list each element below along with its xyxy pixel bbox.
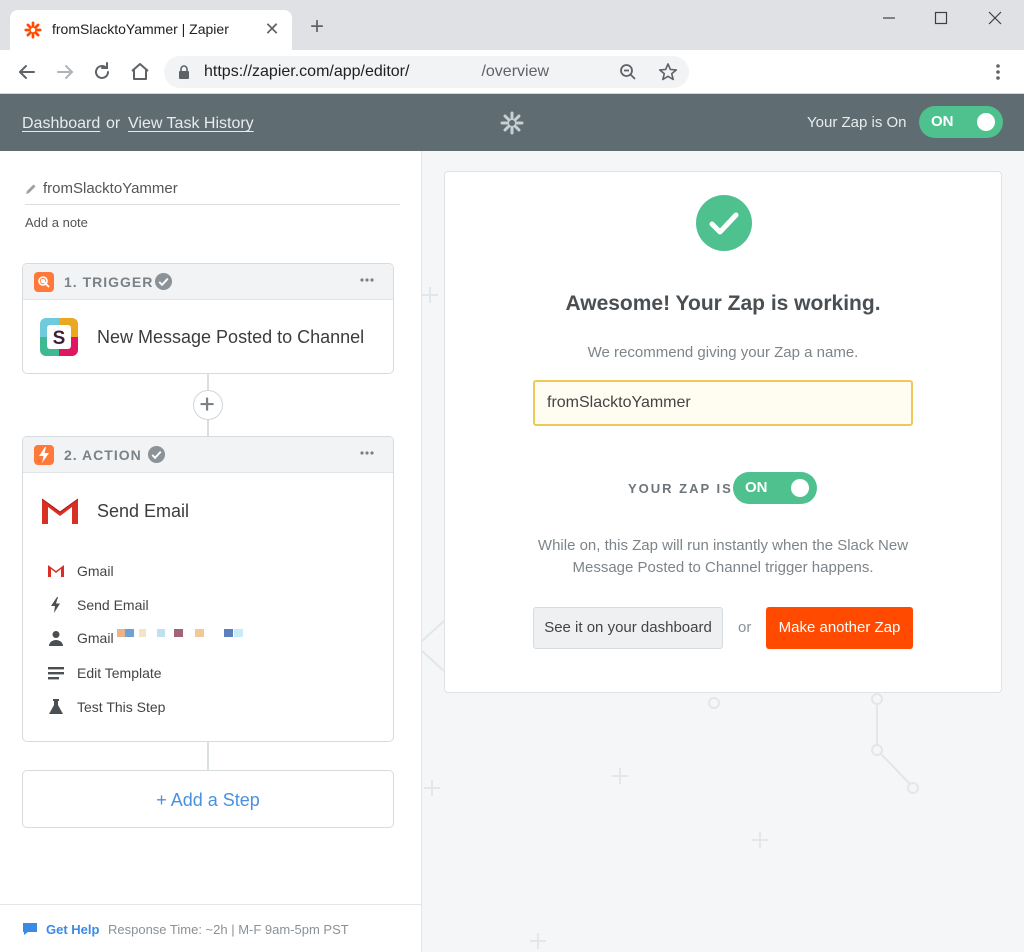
edit-template-label: Edit Template <box>77 665 162 681</box>
forward-arrow-icon[interactable] <box>53 60 77 84</box>
browser-titlebar: fromSlacktoYammer | Zapier ✕ + <box>0 0 1024 50</box>
success-panel: Awesome! Your Zap is working. We recomme… <box>422 151 1024 952</box>
trigger-step-card[interactable]: 1. TRIGGER S New Message Posted to Chann… <box>22 263 394 374</box>
more-dots-icon[interactable] <box>359 277 375 283</box>
check-circle-icon <box>147 445 166 464</box>
maximize-icon[interactable] <box>931 8 951 28</box>
step-connector <box>207 742 209 770</box>
toggle-knob <box>977 113 995 131</box>
action-account-label: Gmail <box>77 630 114 646</box>
browser-tab[interactable]: fromSlacktoYammer | Zapier ✕ <box>10 10 292 50</box>
toggle-label: ON <box>931 113 954 130</box>
plus-icon <box>200 397 214 411</box>
add-step-label: + Add a Step <box>156 790 260 810</box>
gmail-app-icon <box>40 496 80 526</box>
action-badge-icon <box>34 445 54 465</box>
success-headline: Awesome! Your Zap is working. <box>565 292 881 315</box>
success-check-icon <box>696 195 752 251</box>
header-or-text: or <box>106 115 121 132</box>
buttons-or-text: or <box>738 619 752 636</box>
zoom-icon[interactable] <box>619 63 637 81</box>
flask-icon <box>49 699 63 714</box>
bolt-icon <box>51 597 60 613</box>
dashboard-link[interactable]: Dashboard <box>22 115 100 133</box>
zapier-favicon-icon <box>24 21 42 39</box>
editor-panel: fromSlacktoYammer Add a note 1. TRIGGER … <box>0 151 422 952</box>
action-step-card[interactable]: 2. ACTION Send Email Gmail Send Email Gm… <box>22 436 394 742</box>
action-title: Send Email <box>97 501 190 521</box>
view-task-history-link[interactable]: View Task History <box>128 115 254 133</box>
back-arrow-icon[interactable] <box>15 60 39 84</box>
success-card: Awesome! Your Zap is working. We recomme… <box>444 171 1002 693</box>
toggle-label: ON <box>745 479 768 496</box>
see-dashboard-button[interactable]: See it on your dashboard <box>533 607 723 649</box>
success-subline: We recommend giving your Zap a name. <box>587 344 859 361</box>
trigger-badge-icon <box>34 272 54 292</box>
minimize-icon[interactable] <box>879 8 899 28</box>
check-circle-icon <box>154 272 173 291</box>
tab-close-icon[interactable]: ✕ <box>262 19 282 39</box>
bookmark-star-icon[interactable] <box>658 62 678 82</box>
url-suffix: /overview <box>481 63 550 80</box>
chat-bubble-icon <box>23 923 37 935</box>
lock-icon <box>179 65 189 79</box>
address-bar[interactable]: https://zapier.com/app/editor/ /overview <box>164 56 689 88</box>
window-close-icon[interactable] <box>985 8 1005 28</box>
zap-name-field[interactable]: fromSlacktoYammer <box>25 179 400 205</box>
pencil-icon <box>26 184 36 194</box>
slack-app-icon: S <box>40 318 78 356</box>
zap-status-toggle[interactable]: ON <box>733 472 817 504</box>
zap-name-input[interactable] <box>533 380 913 426</box>
trigger-step-label: 1. TRIGGER <box>64 274 154 290</box>
zap-on-toggle[interactable]: ON <box>919 106 1003 138</box>
add-note-link[interactable]: Add a note <box>25 215 88 230</box>
zap-is-label: YOUR ZAP IS <box>628 481 733 496</box>
insert-step-button[interactable] <box>193 390 223 420</box>
zap-name: fromSlacktoYammer <box>43 180 178 197</box>
reload-icon[interactable] <box>90 60 114 84</box>
zapier-header: Dashboard or View Task History Your Zap … <box>0 94 1024 151</box>
toggle-knob <box>791 479 809 497</box>
test-step-label: Test This Step <box>77 699 166 715</box>
more-dots-icon[interactable] <box>359 450 375 456</box>
user-icon <box>49 631 63 646</box>
action-app-label: Gmail <box>77 563 114 579</box>
home-icon[interactable] <box>128 60 152 84</box>
add-step-button[interactable]: + Add a Step <box>22 770 394 828</box>
svg-text:S: S <box>53 328 66 349</box>
browser-toolbar: https://zapier.com/app/editor/ /overview <box>0 50 1024 94</box>
url-prefix: https://zapier.com/app/editor/ <box>204 63 410 80</box>
action-card-header: 2. ACTION <box>23 437 393 473</box>
zapier-logo-icon[interactable] <box>500 111 524 135</box>
trigger-title: New Message Posted to Channel <box>97 327 365 347</box>
make-another-zap-button[interactable]: Make another Zap <box>766 607 913 649</box>
url-text: https://zapier.com/app/editor/ /overview <box>204 63 549 81</box>
gmail-icon <box>48 565 64 577</box>
trigger-card-header: 1. TRIGGER <box>23 264 393 300</box>
redacted-account-email <box>117 629 243 637</box>
zap-description: While on, this Zap will run instantly wh… <box>537 537 909 576</box>
zap-status-text: Your Zap is On <box>807 114 907 131</box>
help-response-time: Response Time: ~2h | M-F 9am-5pm PST <box>108 922 349 937</box>
action-event-label: Send Email <box>77 597 149 613</box>
action-step-label: 2. ACTION <box>64 447 142 463</box>
get-help-link[interactable]: Get Help <box>46 922 99 937</box>
help-bar: Get Help Response Time: ~2h | M-F 9am-5p… <box>0 904 421 952</box>
browser-menu-icon[interactable] <box>988 62 1008 82</box>
lines-icon <box>48 667 64 680</box>
new-tab-icon[interactable]: + <box>305 15 329 40</box>
tab-title: fromSlacktoYammer | Zapier <box>52 21 229 37</box>
